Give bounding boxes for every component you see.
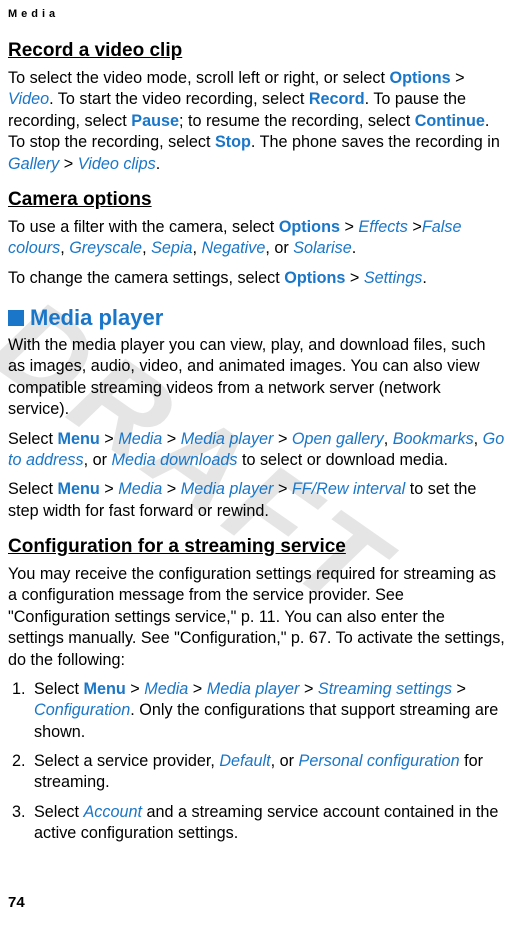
media-label: Media bbox=[118, 480, 162, 498]
account-label: Account bbox=[84, 803, 143, 821]
continue-label: Continue bbox=[415, 112, 485, 130]
stop-label: Stop bbox=[215, 133, 251, 151]
media-label: Media bbox=[144, 680, 188, 698]
media-label: Media bbox=[118, 430, 162, 448]
para-record: To select the video mode, scroll left or… bbox=[8, 68, 505, 175]
menu-label: Menu bbox=[58, 430, 100, 448]
section-title-configuration: Configuration for a streaming service bbox=[8, 536, 505, 558]
para-media-select: Select Menu > Media > Media player > Ope… bbox=[8, 429, 505, 472]
config-step-3: Select Account and a streaming service a… bbox=[30, 802, 505, 845]
personal-config-label: Personal configuration bbox=[299, 752, 460, 770]
page-content: Media Record a video clip To select the … bbox=[8, 8, 505, 845]
section-title-camera: Camera options bbox=[8, 189, 505, 211]
menu-label: Menu bbox=[84, 680, 126, 698]
record-label: Record bbox=[309, 90, 365, 108]
sepia-label: Sepia bbox=[151, 239, 192, 257]
video-label: Video bbox=[8, 90, 49, 108]
default-label: Default bbox=[219, 752, 270, 770]
para-media-intro: With the media player you can view, play… bbox=[8, 335, 505, 421]
greyscale-label: Greyscale bbox=[69, 239, 142, 257]
media-downloads-label: Media downloads bbox=[111, 451, 237, 469]
ff-rew-label: FF/Rew interval bbox=[292, 480, 405, 498]
pause-label: Pause bbox=[131, 112, 179, 130]
config-steps-list: Select Menu > Media > Media player > Str… bbox=[8, 679, 505, 845]
section-title-record: Record a video clip bbox=[8, 40, 505, 62]
options-label: Options bbox=[279, 218, 340, 236]
config-step-2: Select a service provider, Default, or P… bbox=[30, 751, 505, 794]
media-player-label: Media player bbox=[181, 480, 274, 498]
media-player-label: Media player bbox=[207, 680, 300, 698]
config-step-1: Select Menu > Media > Media player > Str… bbox=[30, 679, 505, 743]
section-title-media-player: Media player bbox=[8, 305, 505, 331]
header-chapter-label: Media bbox=[8, 8, 505, 20]
effects-label: Effects bbox=[358, 218, 407, 236]
solarise-label: Solarise bbox=[293, 239, 351, 257]
bullet-square-icon bbox=[8, 310, 24, 326]
options-label: Options bbox=[284, 269, 345, 287]
page-number: 74 bbox=[8, 894, 25, 911]
bookmarks-label: Bookmarks bbox=[393, 430, 474, 448]
para-camera-settings: To change the camera settings, select Op… bbox=[8, 268, 505, 289]
para-camera-filter: To use a filter with the camera, select … bbox=[8, 217, 505, 260]
settings-label: Settings bbox=[364, 269, 423, 287]
configuration-label: Configuration bbox=[34, 701, 130, 719]
open-gallery-label: Open gallery bbox=[292, 430, 384, 448]
negative-label: Negative bbox=[201, 239, 265, 257]
menu-label: Menu bbox=[58, 480, 100, 498]
para-config-intro: You may receive the configuration settin… bbox=[8, 564, 505, 671]
para-media-ffrew: Select Menu > Media > Media player > FF/… bbox=[8, 479, 505, 522]
options-label: Options bbox=[389, 69, 450, 87]
video-clips-label: Video clips bbox=[78, 155, 156, 173]
gallery-label: Gallery bbox=[8, 155, 59, 173]
streaming-settings-label: Streaming settings bbox=[318, 680, 452, 698]
media-player-label: Media player bbox=[181, 430, 274, 448]
